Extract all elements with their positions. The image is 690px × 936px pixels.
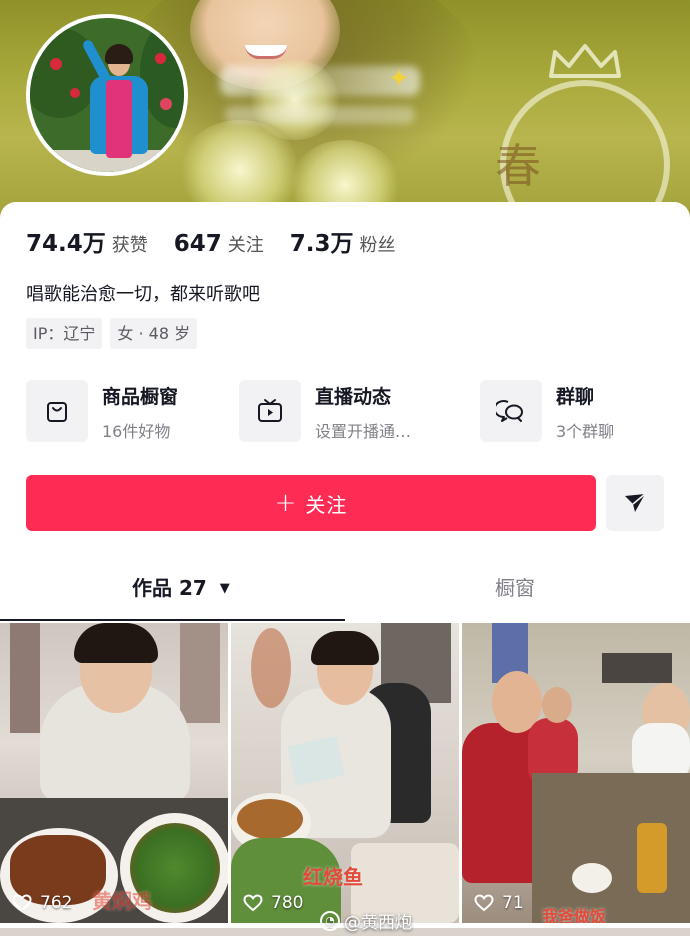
video-likes: 780 xyxy=(243,893,303,913)
video-likes-count: 780 xyxy=(271,893,304,913)
tab-works[interactable]: 作品 27 ▼ xyxy=(132,572,230,601)
share-button[interactable] xyxy=(606,475,664,531)
feature-live-updates-title: 直播动态 xyxy=(315,386,392,408)
stat-followers[interactable]: 7.3万 粉丝 xyxy=(290,224,396,258)
stat-following[interactable]: 647 关注 xyxy=(174,231,264,257)
tag-gender-age: 女 · 48 岁 xyxy=(110,318,198,349)
thumb-tv xyxy=(602,653,672,683)
avatar-person-hair xyxy=(105,44,133,64)
send-icon xyxy=(625,493,646,512)
profile-stats: 74.4万 获赞 647 关注 7.3万 粉丝 xyxy=(26,224,422,258)
thumb-noodles xyxy=(237,799,303,839)
avatar-rose xyxy=(70,88,80,98)
tab-works-count: 27 xyxy=(178,576,207,600)
video-grid: 黄焖鸡 762 红烧鱼 780 我爸做饭 71 xyxy=(0,623,690,936)
stat-following-value: 647 xyxy=(173,231,222,257)
follow-button-label: 关注 xyxy=(305,492,348,517)
video-thumbnail[interactable]: 黄焖鸡 762 xyxy=(0,623,228,923)
stat-following-label: 关注 xyxy=(227,235,264,256)
plus-icon: + xyxy=(274,488,298,518)
feature-group-chat[interactable]: 群聊 3个群聊 xyxy=(480,380,614,444)
video-thumbnail[interactable]: 我爸做饭 71 xyxy=(462,623,690,923)
stat-likes-label: 获赞 xyxy=(111,235,148,256)
watermark: ◔ @黄西炮 xyxy=(320,908,412,933)
stat-likes-value: 74.4万 xyxy=(26,231,106,257)
thumb-person-hair xyxy=(74,623,158,663)
content-tabs: 作品 27 ▼ 橱窗 xyxy=(0,562,690,622)
shopping-bag-icon xyxy=(26,380,88,442)
video-overlay-text: 红烧鱼 xyxy=(303,865,363,889)
avatar-person-dress xyxy=(106,80,132,158)
thumb-flowers xyxy=(251,628,291,708)
feature-row: 商品橱窗 16件好物 直播动态 设置开播通… 群聊 3个群聊 xyxy=(26,380,666,444)
profile-bio: 唱歌能治愈一切，都来听歌吧 xyxy=(26,284,260,305)
avatar-rose xyxy=(155,53,166,64)
tab-showcase[interactable]: 橱窗 xyxy=(495,572,535,601)
feature-shop-window[interactable]: 商品橱窗 16件好物 xyxy=(26,380,178,444)
thumb-person-face xyxy=(542,687,572,723)
thumb-bottle xyxy=(637,823,667,893)
video-overlay-text: 我爸做饭 xyxy=(542,907,607,923)
caret-down-icon: ▼ xyxy=(219,581,230,596)
profile-banner[interactable]: ✦ 春 青 xyxy=(0,0,690,230)
follow-button[interactable]: + 关注 xyxy=(26,475,596,531)
avatar-rose xyxy=(50,58,62,70)
live-tv-icon xyxy=(239,380,301,442)
stat-likes[interactable]: 74.4万 获赞 xyxy=(26,224,148,258)
feature-live-updates[interactable]: 直播动态 设置开播通… xyxy=(239,380,411,444)
heart-icon xyxy=(243,894,263,912)
video-overlay-text: 黄焖鸡 xyxy=(92,889,152,913)
watermark-text: @黄西炮 xyxy=(344,913,412,933)
tab-active-indicator xyxy=(0,619,345,621)
profile-card: 74.4万 获赞 647 关注 7.3万 粉丝 唱歌能治愈一切，都来听歌吧 IP… xyxy=(0,202,690,936)
heart-icon xyxy=(474,894,494,912)
video-likes-count: 71 xyxy=(502,893,524,913)
thumb-bowl xyxy=(572,863,612,893)
heart-icon xyxy=(12,894,32,912)
profile-tags: IP：辽宁 女 · 48 岁 xyxy=(26,318,205,349)
feature-live-updates-subtitle: 设置开播通… xyxy=(315,422,412,441)
banner-blurred-subtitle xyxy=(225,106,415,124)
stat-followers-value: 7.3万 xyxy=(289,231,354,257)
avatar[interactable] xyxy=(26,14,188,176)
weibo-icon: ◔ xyxy=(320,910,340,931)
video-likes-count: 762 xyxy=(40,893,73,913)
banner-crown-icon xyxy=(549,44,621,78)
avatar-rose xyxy=(160,98,172,110)
feature-shop-window-title: 商品橱窗 xyxy=(102,386,179,408)
video-likes: 762 xyxy=(12,893,72,913)
thumb-curtain xyxy=(10,623,40,733)
tag-ip-location: IP：辽宁 xyxy=(26,318,103,349)
group-chat-icon xyxy=(480,380,542,442)
stat-followers-label: 粉丝 xyxy=(359,235,396,256)
video-thumbnail[interactable]: 红烧鱼 780 xyxy=(231,623,459,923)
banner-star-icon: ✦ xyxy=(388,64,410,94)
feature-group-chat-title: 群聊 xyxy=(556,386,595,408)
feature-group-chat-subtitle: 3个群聊 xyxy=(556,422,615,441)
tab-works-label: 作品 xyxy=(132,576,172,600)
video-likes: 71 xyxy=(474,893,524,913)
thumb-curtain xyxy=(180,623,220,723)
feature-shop-window-subtitle: 16件好物 xyxy=(102,422,171,441)
